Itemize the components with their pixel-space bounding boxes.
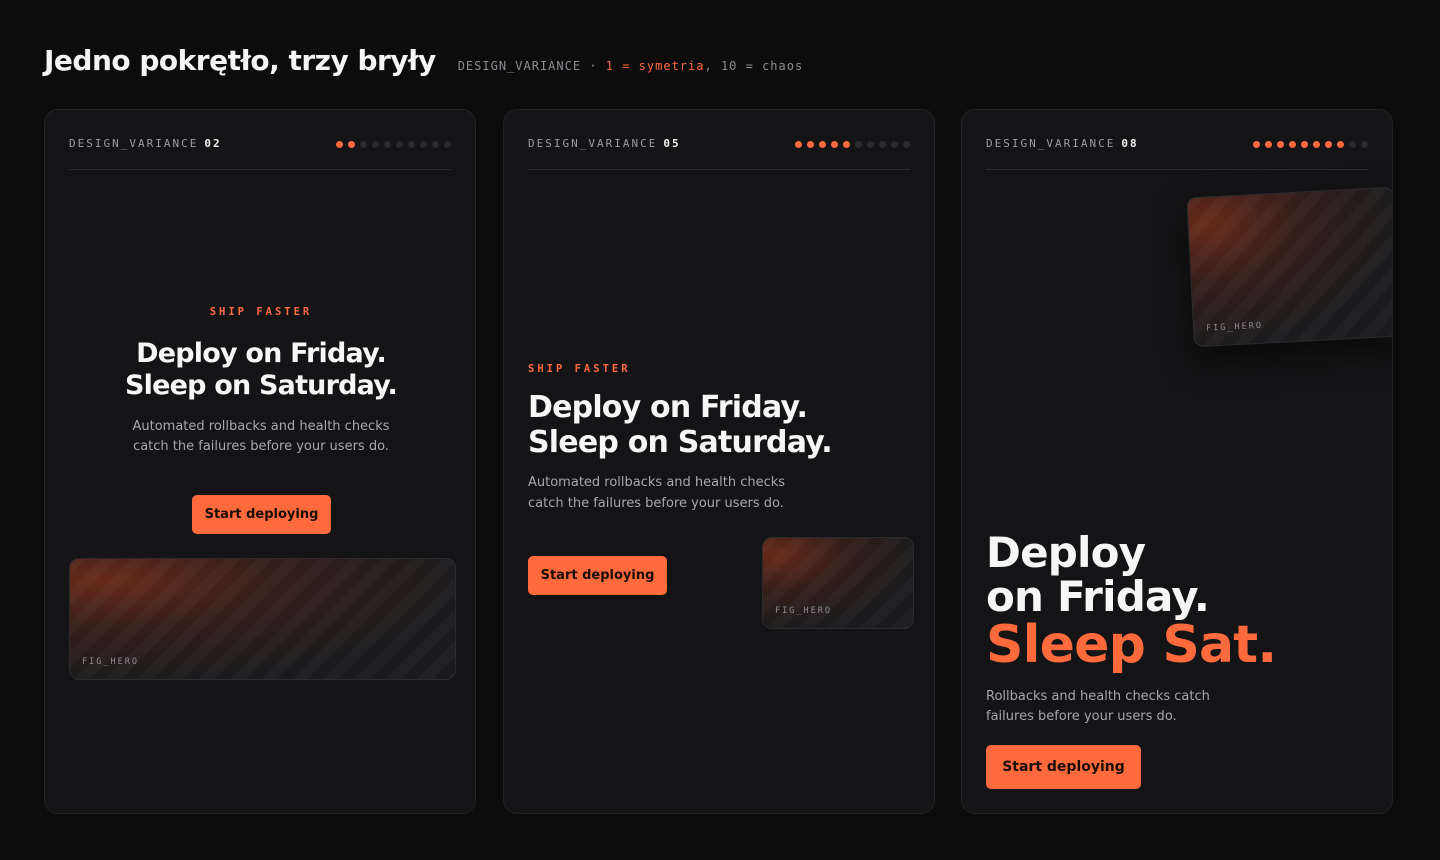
variance-dot-active [1289,141,1296,148]
variance-label: DESIGN_VARIANCE 02 [69,137,222,150]
variance-dots [336,141,451,148]
legend-separator: · [589,59,598,73]
variance-dot-inactive [396,141,403,148]
variance-dot-active [819,141,826,148]
variance-dot-inactive [1349,141,1356,148]
variance-key: DESIGN_VARIANCE [69,137,199,150]
variance-value: 05 [663,137,681,150]
variance-dot-inactive [408,141,415,148]
variance-dot-inactive [867,141,874,148]
headline-line-1: Deploy on Friday. [528,390,808,425]
variance-dot-active [1301,141,1308,148]
legend-key: DESIGN_VARIANCE [457,59,582,73]
variant-card-02: DESIGN_VARIANCE 02 SHIP FASTER Deploy on … [44,109,476,814]
headline-line-1: Deploy on Friday. [136,338,387,369]
headline-line-1: Deploy [986,528,1146,577]
hero-figure: FIG_HERO [69,558,456,680]
headline-line-2: Sleep on Saturday. [528,425,833,460]
hero-figure: FIG_HERO [1186,186,1392,348]
variance-dot-inactive [891,141,898,148]
hero-body: Automated rollbacks and health checks ca… [132,419,390,454]
headline-line-2: Sleep on Saturday. [124,370,398,401]
start-deploying-button[interactable]: Start deploying [192,495,331,534]
variance-label: DESIGN_VARIANCE 08 [986,137,1139,150]
card-header: DESIGN_VARIANCE 05 [528,110,910,170]
variance-value: 08 [1121,137,1139,150]
variance-dot-active [1253,141,1260,148]
card-header: DESIGN_VARIANCE 02 [69,110,451,170]
hero-headline: Deploy on Friday. Sleep on Saturday. [528,390,928,460]
variance-dot-inactive [1361,141,1368,148]
variance-key: DESIGN_VARIANCE [986,137,1116,150]
card-header: DESIGN_VARIANCE 08 [986,110,1368,170]
hero-body: Automated rollbacks and health checks ca… [528,475,786,511]
eyebrow: SHIP FASTER [528,363,631,375]
variance-legend: DESIGN_VARIANCE · 1 = symetria, 10 = cha… [458,59,804,73]
headline-line-2: on Friday. [986,572,1210,621]
figure-label: FIG_HERO [775,606,832,616]
variance-dot-inactive [384,141,391,148]
legend-high: 10 = chaos [720,59,804,73]
variance-dot-inactive [372,141,379,148]
variance-dot-active [1313,141,1320,148]
variance-dot-active [807,141,814,148]
variance-dot-active [336,141,343,148]
start-deploying-button[interactable]: Start deploying [986,745,1141,789]
variance-dot-active [1277,141,1284,148]
variance-dot-active [831,141,838,148]
variant-card-08: FIG_HERO DESIGN_VARIANCE 08 Deploy on Fri… [961,109,1393,814]
variance-dot-active [795,141,802,148]
figure-label: FIG_HERO [1205,320,1264,334]
hero-headline: Deploy on Friday. Sleep on Saturday. [45,338,475,402]
hero-headline: Deploy on Friday. Sleep Sat. [986,528,1346,675]
legend-low: 1 = symetria [605,59,705,73]
variance-dots [1253,141,1368,148]
hero-figure: FIG_HERO [762,537,914,629]
start-deploying-button[interactable]: Start deploying [528,556,667,595]
page-title: Jedno pokrętło, trzy bryły [44,44,436,77]
variance-dot-inactive [903,141,910,148]
variance-dot-inactive [432,141,439,148]
variance-dot-inactive [879,141,886,148]
variance-value: 02 [204,137,222,150]
variance-dot-inactive [444,141,451,148]
page-header: Jedno pokrętło, trzy bryły DESIGN_VARIAN… [44,44,803,77]
variance-dot-active [1337,141,1344,148]
variance-dot-inactive [420,141,427,148]
variance-dot-active [1265,141,1272,148]
variance-key: DESIGN_VARIANCE [528,137,658,150]
figure-label: FIG_HERO [82,657,139,667]
variance-dots [795,141,910,148]
hero-body: Rollbacks and health checks catch failur… [986,689,1210,724]
eyebrow: SHIP FASTER [209,306,313,318]
variance-dot-inactive [855,141,862,148]
legend-comma: , [704,59,713,73]
variance-dot-inactive [360,141,367,148]
headline-accent: Sleep Sat. [986,615,1277,675]
variance-dot-active [843,141,850,148]
variance-dot-active [348,141,355,148]
variance-label: DESIGN_VARIANCE 05 [528,137,681,150]
variant-card-05: DESIGN_VARIANCE 05 SHIP FASTER Deploy on … [503,109,935,814]
variance-dot-active [1325,141,1332,148]
